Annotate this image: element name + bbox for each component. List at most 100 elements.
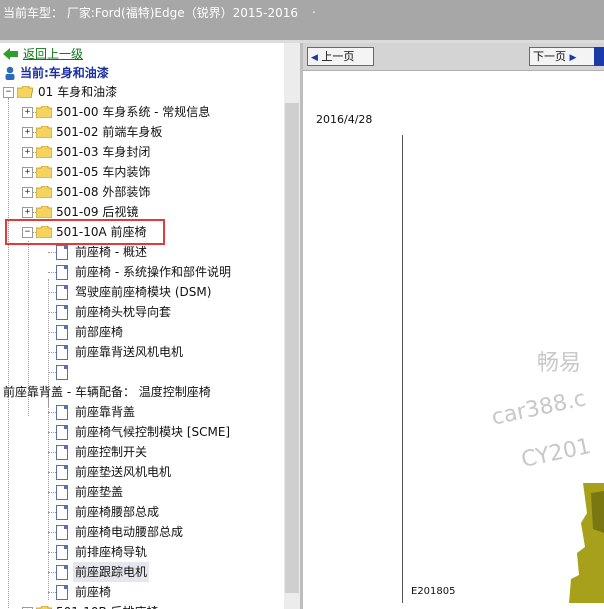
tree-doc[interactable]: 前座垫送风机电机 bbox=[0, 462, 284, 482]
highlight-box bbox=[5, 219, 165, 245]
tree-root[interactable]: − 01 车身和油漆 bbox=[0, 82, 284, 102]
tree-hline bbox=[48, 572, 56, 573]
document-icon bbox=[56, 485, 68, 500]
tree-doc-label[interactable]: 前座跟踪电机 bbox=[73, 562, 150, 582]
folder-icon bbox=[36, 166, 52, 178]
tree-panel: 返回上一级 当前:车身和油漆 − 01 车身和油漆 +501-00 车身系统 -… bbox=[0, 43, 284, 609]
tree-doc[interactable]: 前座椅头枕导向套 bbox=[0, 302, 284, 322]
tree-doc-label[interactable]: 前座椅头枕导向套 bbox=[73, 302, 173, 322]
tree-doc-label[interactable]: 前座靠背送风机电机 bbox=[73, 342, 185, 362]
person-icon bbox=[5, 66, 15, 80]
tree-root-label: 01 车身和油漆 bbox=[38, 85, 118, 99]
tree-doc-label[interactable]: 前排座椅导轨 bbox=[73, 542, 149, 562]
tree-doc[interactable]: 前座垫盖 bbox=[0, 482, 284, 502]
tree-hline bbox=[48, 492, 56, 493]
tree-doc-label[interactable]: 前部座椅 bbox=[73, 322, 125, 342]
tree-doc[interactable]: 前座靠背盖 bbox=[0, 402, 284, 422]
document-icon bbox=[56, 365, 68, 380]
document-icon bbox=[56, 345, 68, 360]
tree-doc-label[interactable]: 前座靠背盖 bbox=[73, 402, 137, 422]
tree-folder[interactable]: +501-02 前端车身板 bbox=[0, 122, 284, 142]
expand-icon[interactable]: + bbox=[22, 127, 33, 138]
tree-doc[interactable] bbox=[0, 362, 284, 382]
seat-figure-image bbox=[569, 483, 604, 603]
document-viewer: ◀ 上一页 下一页 ▶ 2016/4/28 E201805 畅易 car388.… bbox=[303, 43, 604, 609]
tree-folder-label: 501-00 车身系统 - 常规信息 bbox=[56, 105, 211, 119]
tree-folder[interactable]: +501-08 外部装饰 bbox=[0, 182, 284, 202]
expand-icon[interactable]: + bbox=[22, 187, 33, 198]
tree-hline bbox=[48, 592, 56, 593]
page-navbar: ◀ 上一页 下一页 ▶ bbox=[303, 43, 604, 71]
next-page-label: 下一页 bbox=[533, 50, 566, 63]
figure-code: E201805 bbox=[411, 586, 456, 597]
scrollbar-thumb[interactable] bbox=[285, 103, 299, 593]
document-icon bbox=[56, 565, 68, 580]
back-arrow-icon bbox=[3, 48, 18, 60]
document-icon bbox=[56, 245, 68, 260]
tree-doc[interactable]: 前座椅气候控制模块 [SCME] bbox=[0, 422, 284, 442]
tree-hline bbox=[48, 252, 56, 253]
folder-icon bbox=[36, 146, 52, 158]
document-icon bbox=[56, 505, 68, 520]
tree-doc[interactable]: 前座椅电动腰部总成 bbox=[0, 522, 284, 542]
tree-doc[interactable]: 驾驶座前座椅模块 (DSM) bbox=[0, 282, 284, 302]
tree-doc[interactable]: 前座跟踪电机 bbox=[0, 562, 284, 582]
tree-doc[interactable]: 前座靠背送风机电机 bbox=[0, 342, 284, 362]
tree-doc-label[interactable]: 前座椅腰部总成 bbox=[73, 502, 161, 522]
tree-folder[interactable]: +501-05 车内装饰 bbox=[0, 162, 284, 182]
tree-doc-label[interactable]: 前座椅电动腰部总成 bbox=[73, 522, 185, 542]
title-bar: 当前车型： 厂家:Ford(福特)Edge（锐界）2015-2016 . bbox=[0, 0, 604, 40]
tree-folder[interactable]: +501-03 车身封闭 bbox=[0, 142, 284, 162]
tree-doc-label[interactable]: 驾驶座前座椅模块 (DSM) bbox=[73, 282, 213, 302]
tree-doc[interactable]: 前座椅 - 系统操作和部件说明 bbox=[0, 262, 284, 282]
tree-doc[interactable]: 前座椅 bbox=[0, 582, 284, 602]
folder-icon bbox=[36, 186, 52, 198]
tree-doc-label[interactable]: 前座垫送风机电机 bbox=[73, 462, 173, 482]
watermark-2: car388.c bbox=[489, 386, 589, 431]
document-icon bbox=[56, 425, 68, 440]
tree-hline bbox=[48, 552, 56, 553]
tree-folder[interactable]: +501-00 车身系统 - 常规信息 bbox=[0, 102, 284, 122]
tree-doc-label[interactable]: 前座椅气候控制模块 [SCME] bbox=[73, 422, 232, 442]
next-page-button[interactable]: 下一页 ▶ bbox=[529, 47, 595, 66]
triangle-right-icon: ▶ bbox=[569, 53, 577, 63]
document-icon bbox=[56, 445, 68, 460]
back-link[interactable]: 返回上一级 bbox=[23, 44, 83, 64]
tree-doc-label[interactable]: 前座椅 - 系统操作和部件说明 bbox=[73, 262, 233, 282]
collapse-icon[interactable]: − bbox=[3, 87, 14, 98]
document-icon bbox=[56, 305, 68, 320]
tree-hline bbox=[48, 432, 56, 433]
document-icon bbox=[56, 585, 68, 600]
doc-frame-line bbox=[402, 135, 403, 603]
document-icon bbox=[56, 265, 68, 280]
doc-date: 2016/4/28 bbox=[316, 113, 373, 126]
watermark-1: 畅易 bbox=[537, 351, 582, 376]
tree-doc-label[interactable]: 前座垫盖 bbox=[73, 482, 125, 502]
tree-doc[interactable]: 前座控制开关 bbox=[0, 442, 284, 462]
expand-icon[interactable]: + bbox=[22, 167, 33, 178]
document-icon bbox=[56, 405, 68, 420]
tree-doc[interactable]: 前排座椅导轨 bbox=[0, 542, 284, 562]
document-icon bbox=[56, 285, 68, 300]
tree-folder[interactable]: +501-10B 后排座椅 bbox=[0, 602, 284, 609]
tree-doc[interactable]: 前座椅腰部总成 bbox=[0, 502, 284, 522]
folder-icon bbox=[36, 206, 52, 218]
tree-hline bbox=[48, 472, 56, 473]
expand-icon[interactable]: + bbox=[22, 207, 33, 218]
expand-icon[interactable]: + bbox=[22, 107, 33, 118]
tree-scrollbar[interactable] bbox=[284, 43, 300, 609]
document-icon bbox=[56, 525, 68, 540]
watermark-3: CY201 bbox=[519, 433, 594, 474]
expand-icon[interactable]: + bbox=[22, 147, 33, 158]
tree-doc-label[interactable]: 前座椅 - 概述 bbox=[73, 242, 149, 262]
navbar-edge bbox=[594, 47, 604, 66]
tree-doc-label[interactable]: 前座椅 bbox=[73, 582, 113, 602]
tree-doc[interactable]: 前部座椅 bbox=[0, 322, 284, 342]
tree-hline bbox=[48, 272, 56, 273]
tree-doc-label[interactable]: 前座控制开关 bbox=[73, 442, 149, 462]
document-icon bbox=[56, 545, 68, 560]
prev-page-button[interactable]: ◀ 上一页 bbox=[307, 47, 374, 66]
tree-folder-label: 501-10B 后排座椅 bbox=[56, 602, 159, 609]
folder-open-icon bbox=[17, 86, 33, 98]
tree-doc[interactable]: 前座椅 - 概述 bbox=[0, 242, 284, 262]
